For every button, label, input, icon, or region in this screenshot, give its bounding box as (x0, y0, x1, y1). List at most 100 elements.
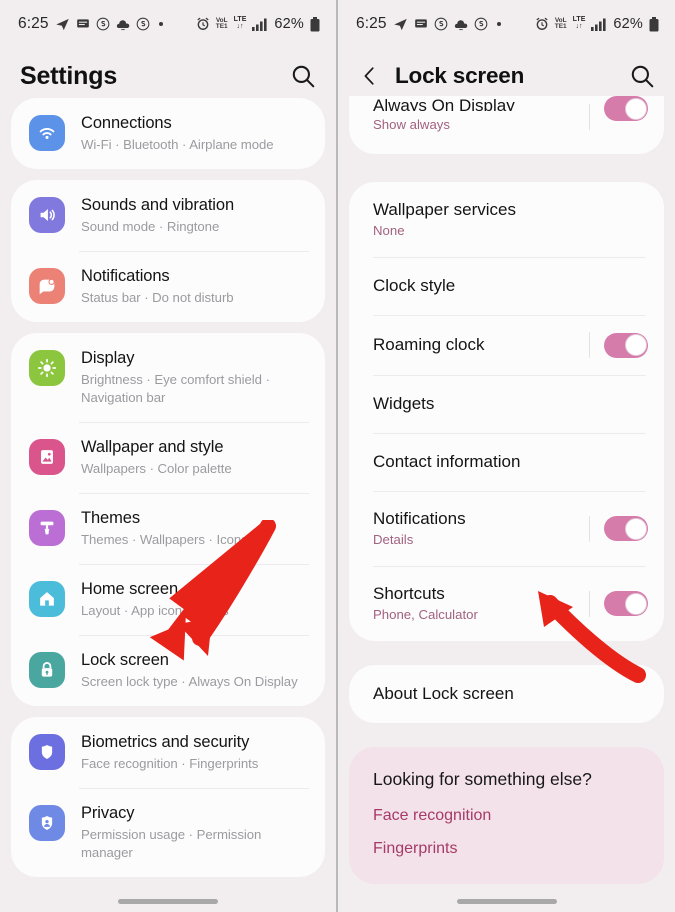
row-roaming-clock[interactable]: Roaming clock (349, 315, 664, 375)
sidebar-item-privacy[interactable]: Privacy Permission usage · Permission ma… (11, 788, 325, 877)
volte-icon: VoL TE1 (215, 16, 228, 30)
sidebar-item-display[interactable]: Display Brightness · Eye comfort shield … (11, 333, 325, 422)
battery-icon (649, 16, 659, 32)
lock-icon (29, 652, 65, 688)
navigation-pill-left[interactable] (0, 899, 336, 904)
icon-container (29, 195, 67, 233)
toggle-notifications[interactable] (604, 516, 648, 541)
paint-roller-icon (29, 510, 65, 546)
icon-container (29, 803, 67, 841)
dual-screenshot: 6:25 VoL TE1 LTE ↓↑ 62% Settings Connect… (0, 0, 675, 912)
item-title: Clock style (373, 276, 456, 295)
item-subtitle: Show always (373, 117, 450, 132)
row-shortcuts[interactable]: Shortcuts Phone, Calculator (349, 566, 664, 641)
row-about-lock-screen[interactable]: About Lock screen (349, 665, 664, 723)
item-title: Notifications (81, 267, 170, 285)
left-phone-screen: 6:25 VoL TE1 LTE ↓↑ 62% Settings Connect… (0, 0, 338, 912)
cloud-upload-icon (454, 18, 468, 31)
settings-group: Connections Wi-Fi · Bluetooth · Airplane… (11, 98, 325, 169)
navigation-pill-right[interactable] (338, 899, 675, 904)
lte-icon: LTE ↓↑ (572, 16, 586, 30)
item-title: Always On Display (373, 96, 515, 111)
sidebar-item-notifications[interactable]: Notifications Status bar · Do not distur… (11, 251, 325, 322)
row-always-on-display[interactable]: Always On Display Show always (349, 96, 664, 154)
settings-list[interactable]: Connections Wi-Fi · Bluetooth · Airplane… (0, 98, 336, 877)
lock-screen-list[interactable]: Always On Display Show always Wallpaper … (338, 96, 675, 884)
right-phone-screen: 6:25 VoL TE1 LTE ↓↑ 62% Lock screen Alwa… (338, 0, 675, 912)
promo-link-fingerprints[interactable]: Fingerprints (373, 840, 640, 858)
settings-group: Display Brightness · Eye comfort shield … (11, 333, 325, 706)
search-icon[interactable] (290, 63, 316, 89)
item-subtitle: Phone, Calculator (373, 607, 478, 622)
row-clock-style[interactable]: Clock style (349, 257, 664, 315)
shield-icon (29, 734, 65, 770)
row-wallpaper-services[interactable]: Wallpaper services None (349, 182, 664, 257)
status-bar-right: 6:25 VoL TE1 LTE ↓↑ 62% (338, 0, 675, 48)
divider (589, 103, 590, 130)
sidebar-item-themes[interactable]: Themes Themes · Wallpapers · Icons (11, 493, 325, 564)
item-subtitle: Brightness · Eye comfort shield · Naviga… (81, 372, 270, 405)
back-arrow-icon[interactable] (358, 64, 382, 88)
item-title: Notifications (373, 509, 466, 528)
circle-s-icon (136, 17, 150, 31)
sidebar-item-wallpaper-and-style[interactable]: Wallpaper and style Wallpapers · Color p… (11, 422, 325, 493)
toggle-roaming-clock[interactable] (604, 332, 648, 358)
message-icon (76, 17, 90, 31)
settings-group: Sounds and vibration Sound mode · Ringto… (11, 180, 325, 322)
icon-container (29, 266, 67, 304)
sidebar-item-biometrics-and-security[interactable]: Biometrics and security Face recognition… (11, 717, 325, 788)
item-subtitle: Themes · Wallpapers · Icons (81, 532, 248, 547)
row-contact-information[interactable]: Contact information (349, 433, 664, 491)
row-widgets[interactable]: Widgets (349, 375, 664, 433)
divider (589, 515, 590, 542)
privacy-person-icon (29, 805, 65, 841)
sidebar-item-home-screen[interactable]: Home screen Layout · App icon badges (11, 564, 325, 635)
item-subtitle: Details (373, 532, 414, 547)
page-title: Lock screen (395, 63, 525, 88)
brightness-icon (29, 350, 65, 386)
settings-group-clipped: Always On Display Show always (349, 96, 664, 154)
circle-s-icon (474, 17, 488, 31)
item-title: Lock screen (81, 651, 169, 669)
icon-container (29, 348, 67, 386)
item-subtitle: Layout · App icon badges (81, 603, 229, 618)
cloud-upload-icon (116, 18, 130, 31)
battery-icon (310, 16, 320, 32)
circle-s-icon (96, 17, 110, 31)
item-subtitle: Face recognition · Fingerprints (81, 756, 259, 771)
item-subtitle: Wi-Fi · Bluetooth · Airplane mode (81, 137, 274, 152)
icon-container (29, 508, 67, 546)
settings-group: Wallpaper services None Clock style Roam… (349, 182, 664, 641)
looking-for-something-else-card: Looking for something else? Face recogni… (349, 747, 664, 884)
toggle-always-on-display[interactable] (604, 96, 648, 121)
promo-link-face-recognition[interactable]: Face recognition (373, 807, 640, 825)
row-notifications[interactable]: Notifications Details (349, 491, 664, 566)
settings-group: About Lock screen (349, 665, 664, 723)
item-title: Sounds and vibration (81, 196, 235, 214)
item-title: Widgets (373, 394, 435, 413)
message-icon (414, 17, 428, 31)
sidebar-item-sounds-and-vibration[interactable]: Sounds and vibration Sound mode · Ringto… (11, 180, 325, 251)
search-icon[interactable] (629, 63, 655, 89)
icon-container (29, 579, 67, 617)
alarm-icon (196, 17, 210, 31)
status-time: 6:25 (356, 15, 387, 32)
item-title: Wallpaper and style (81, 438, 224, 456)
divider (589, 590, 590, 617)
status-time: 6:25 (18, 15, 49, 32)
item-subtitle: Screen lock type · Always On Display (81, 674, 298, 689)
sidebar-item-lock-screen[interactable]: Lock screen Screen lock type · Always On… (11, 635, 325, 706)
item-subtitle: Sound mode · Ringtone (81, 219, 220, 234)
telegram-icon (55, 17, 70, 32)
sidebar-item-connections[interactable]: Connections Wi-Fi · Bluetooth · Airplane… (11, 98, 325, 169)
circle-s-icon (434, 17, 448, 31)
item-title: Themes (81, 509, 141, 527)
icon-container (29, 732, 67, 770)
item-title: Roaming clock (373, 335, 485, 354)
toggle-shortcuts[interactable] (604, 591, 648, 616)
volte-icon: VoL TE1 (554, 16, 567, 30)
telegram-icon (393, 17, 408, 32)
item-title: Privacy (81, 804, 135, 822)
battery-percent: 62% (613, 16, 643, 32)
item-subtitle: None (373, 223, 405, 238)
